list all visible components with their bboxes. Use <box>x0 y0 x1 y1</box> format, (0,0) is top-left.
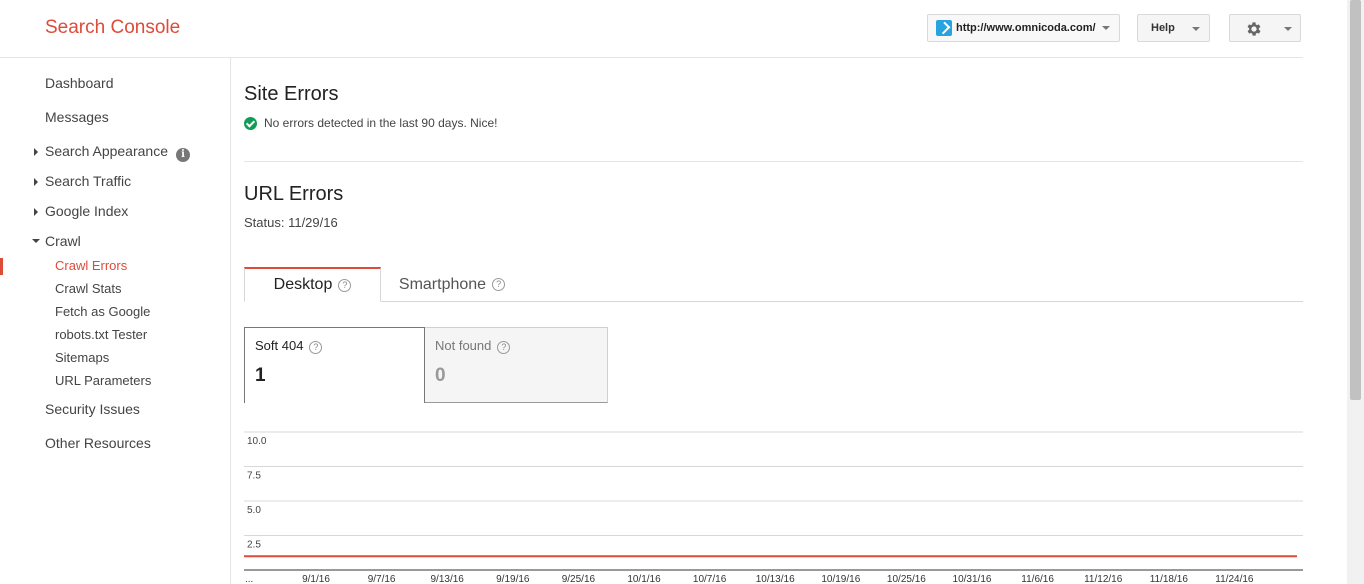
sidebar-item-label: Search Appearance <box>45 143 168 159</box>
sidebar-item-crawl[interactable]: Crawl <box>32 233 81 249</box>
y-tick-label: 2.5 <box>247 540 261 551</box>
help-button[interactable]: Help <box>1137 14 1210 42</box>
chevron-down-icon <box>1101 26 1110 30</box>
sidebar-item-fetch-as-google[interactable]: Fetch as Google <box>55 304 150 319</box>
sidebar-item-robots-tester[interactable]: robots.txt Tester <box>55 327 147 342</box>
sidebar-item-security-issues[interactable]: Security Issues <box>45 401 140 417</box>
app-logo[interactable]: Search Console <box>45 17 180 39</box>
help-label: Help <box>1151 22 1175 34</box>
section-divider <box>244 161 1303 162</box>
sidebar-item-other-resources[interactable]: Other Resources <box>45 435 151 451</box>
site-url: http://www.omnicoda.com/ <box>956 22 1096 34</box>
y-tick-label: 5.0 <box>247 505 261 516</box>
metric-label: Not found? <box>435 338 511 354</box>
chevron-down-icon <box>1192 27 1200 31</box>
site-errors-message: No errors detected in the last 90 days. … <box>264 116 498 130</box>
x-tick-label: 9/1/16 <box>302 574 330 584</box>
metric-value: 1 <box>255 365 266 386</box>
sidebar-item-search-appearance[interactable]: Search Appearance i <box>34 143 190 162</box>
help-circle-icon[interactable]: ? <box>338 278 352 292</box>
x-tick-label: 10/1/16 <box>627 574 661 584</box>
metric-label: Soft 404? <box>255 338 323 354</box>
site-errors-status: No errors detected in the last 90 days. … <box>244 116 497 130</box>
x-tick-label: 11/24/16 <box>1215 574 1254 584</box>
header: Search Console http://www.omnicoda.com/ … <box>0 0 1303 58</box>
site-favicon-icon <box>936 20 952 36</box>
x-tick-label: 9/25/16 <box>562 574 596 584</box>
scrollbar[interactable] <box>1347 0 1364 584</box>
tab-smartphone[interactable]: Smartphone ? <box>392 267 512 302</box>
site-errors-title: Site Errors <box>244 83 339 105</box>
sidebar-item-crawl-errors[interactable]: Crawl Errors <box>55 258 127 273</box>
url-errors-chart: 10.0 7.5 5.0 2.5... 9/1/16 9/7/16 9/13/16 9/19/… <box>244 420 1303 584</box>
tab-label: Smartphone <box>398 275 487 293</box>
chart-svg: 10.0 7.5 5.0 2.5... 9/1/16 9/7/16 9/13/16 9/19/… <box>244 431 1303 584</box>
metric-not-found[interactable]: Not found? 0 <box>425 327 608 403</box>
sidebar-item-messages[interactable]: Messages <box>45 109 109 125</box>
x-tick-label: 9/13/16 <box>431 574 465 584</box>
sidebar-item-dashboard[interactable]: Dashboard <box>45 75 114 91</box>
active-indicator <box>0 258 3 275</box>
help-circle-icon[interactable]: ? <box>497 341 511 354</box>
x-tick-label: 10/13/16 <box>756 574 795 584</box>
sidebar-item-url-parameters[interactable]: URL Parameters <box>55 373 151 388</box>
x-tick-label: 10/19/16 <box>821 574 860 584</box>
x-tick-label: ... <box>245 574 253 584</box>
tab-label: Desktop <box>273 276 333 293</box>
sidebar: Dashboard Messages Search Appearance i Se… <box>0 58 231 584</box>
sidebar-item-sitemaps[interactable]: Sitemaps <box>55 350 109 365</box>
gear-icon <box>1247 22 1261 36</box>
url-errors-status: Status: 11/29/16 <box>244 215 338 230</box>
sidebar-item-search-traffic[interactable]: Search Traffic <box>33 173 131 189</box>
chevron-down-icon <box>1284 27 1292 31</box>
info-icon[interactable]: i <box>175 148 190 162</box>
metric-value: 0 <box>435 365 446 386</box>
x-tick-label: 10/25/16 <box>887 574 926 584</box>
x-tick-label: 11/12/16 <box>1084 574 1123 584</box>
sidebar-item-google-index[interactable]: Google Index <box>33 203 128 219</box>
x-tick-label: 9/19/16 <box>496 574 530 584</box>
site-selector[interactable]: http://www.omnicoda.com/ <box>927 14 1120 42</box>
metric-soft-404[interactable]: Soft 404? 1 <box>244 327 425 403</box>
x-tick-label: 11/18/16 <box>1150 574 1189 584</box>
x-tick-label: 10/31/16 <box>953 574 992 584</box>
y-tick-label: 7.5 <box>247 471 261 482</box>
settings-button[interactable] <box>1229 14 1301 42</box>
x-tick-label: 11/6/16 <box>1021 574 1054 584</box>
scrollbar-thumb[interactable] <box>1350 0 1361 400</box>
help-circle-icon[interactable]: ? <box>309 341 323 354</box>
sidebar-item-crawl-stats[interactable]: Crawl Stats <box>55 281 121 296</box>
x-tick-label: 9/7/16 <box>368 574 396 584</box>
x-tick-label: 10/7/16 <box>693 574 727 584</box>
help-circle-icon[interactable]: ? <box>492 278 506 291</box>
tab-desktop[interactable]: Desktop ? <box>244 267 381 302</box>
check-circle-icon <box>244 116 257 130</box>
y-tick-label: 10.0 <box>247 436 267 447</box>
url-errors-title: URL Errors <box>244 183 344 205</box>
